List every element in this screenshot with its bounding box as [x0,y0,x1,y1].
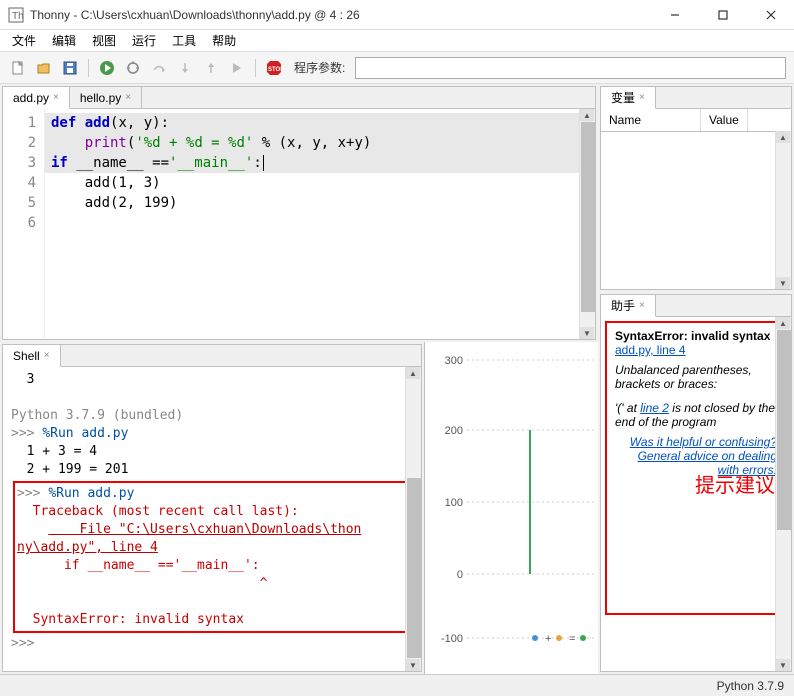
svg-text:100: 100 [445,497,463,509]
vars-scrollbar[interactable]: ▲▼ [775,131,791,289]
plot-chart: 300 200 100 0 -100 [425,342,599,652]
tab-close-icon[interactable]: × [639,92,645,103]
new-file-icon[interactable] [8,58,28,78]
menu-tools[interactable]: 工具 [166,30,202,51]
assistant-feedback-link[interactable]: Was it helpful or confusing? [630,435,777,449]
editor-scrollbar[interactable]: ▲ ▼ [579,109,595,339]
svg-text:200: 200 [445,425,463,437]
menu-help[interactable]: 帮助 [206,30,242,51]
shell-panel: Shell× 3 Python 3.7.9 (bundled)>>> %Run … [2,344,422,672]
col-name[interactable]: Name [601,109,701,131]
assistant-scrollbar[interactable]: ▲ ▼ [775,317,791,671]
stop-icon[interactable]: STOP [264,58,284,78]
svg-text:300: 300 [445,355,463,367]
svg-text:0: 0 [457,569,463,581]
col-value[interactable]: Value [701,109,748,131]
assistant-panel: 助手× SyntaxError: invalid syntax add.py, … [600,294,792,672]
line-gutter: 1 2 3 4 5 6 [3,109,45,339]
tab-close-icon[interactable]: × [53,92,59,103]
assistant-content: SyntaxError: invalid syntax add.py, line… [605,321,787,615]
window-title: Thonny - C:\Users\cxhuan\Downloads\thonn… [30,8,660,22]
tab-close-icon[interactable]: × [639,300,645,311]
save-file-icon[interactable] [60,58,80,78]
tab-close-icon[interactable]: × [44,350,50,361]
svg-text:+: + [545,633,551,645]
scroll-down-icon[interactable]: ▼ [580,327,594,339]
assistant-line-link[interactable]: line 2 [640,401,669,415]
step-into-icon[interactable] [175,58,195,78]
menu-file[interactable]: 文件 [6,30,42,51]
variables-header: Name Value [601,109,791,132]
tab-variables[interactable]: 变量× [601,87,656,109]
assistant-file-link[interactable]: add.py, line 4 [615,343,686,357]
tab-hello-py[interactable]: hello.py× [70,87,142,108]
assistant-hint-annotation: 提示建议 [695,469,775,498]
args-label: 程序参数: [294,59,345,76]
tab-shell[interactable]: Shell× [3,345,61,367]
scroll-up-icon[interactable]: ▲ [580,109,594,121]
plot-panel: 300 200 100 0 -100 [424,342,598,674]
menu-edit[interactable]: 编辑 [46,30,82,51]
app-logo-icon: Th [8,7,24,23]
debug-icon[interactable] [123,58,143,78]
run-icon[interactable] [97,58,117,78]
python-version[interactable]: Python 3.7.9 [717,679,784,693]
scroll-down-icon[interactable]: ▼ [406,659,420,671]
tab-assistant[interactable]: 助手× [601,295,656,317]
svg-text:-100: -100 [441,633,463,645]
editor-tabs: add.py× hello.py× [3,87,595,109]
toolbar: STOP 程序参数: [0,52,794,84]
statusbar: Python 3.7.9 [0,674,794,696]
menubar: 文件 编辑 视图 运行 工具 帮助 [0,30,794,52]
svg-text:Th: Th [12,11,24,22]
traceback-file-link[interactable]: File "C:\Users\cxhuan\Downloads\thonny\a… [17,522,361,555]
shell-output[interactable]: 3 Python 3.7.9 (bundled)>>> %Run add.py … [3,367,421,657]
titlebar: Th Thonny - C:\Users\cxhuan\Downloads\th… [0,0,794,30]
scroll-thumb[interactable] [581,122,595,312]
error-highlight-box: >>> %Run add.py Traceback (most recent c… [13,481,411,633]
open-file-icon[interactable] [34,58,54,78]
tab-add-py[interactable]: add.py× [3,87,70,109]
shell-scrollbar[interactable]: ▲ ▼ [405,367,421,671]
editor-panel: add.py× hello.py× 1 2 3 4 5 6 def add(x,… [2,86,596,340]
variables-body [601,132,791,289]
tab-close-icon[interactable]: × [125,92,131,103]
scroll-thumb[interactable] [407,478,421,658]
code-area[interactable]: def add(x, y): print('%d + %d = %d' % (x… [45,109,595,339]
assistant-error-title: SyntaxError: invalid syntax [615,329,777,343]
step-out-icon[interactable] [201,58,221,78]
args-input[interactable] [355,57,786,79]
step-over-icon[interactable] [149,58,169,78]
menu-view[interactable]: 视图 [86,30,122,51]
maximize-button[interactable] [708,5,738,25]
resume-icon[interactable] [227,58,247,78]
svg-text:=: = [569,633,575,645]
code-editor[interactable]: 1 2 3 4 5 6 def add(x, y): print('%d + %… [3,109,595,339]
scroll-up-icon[interactable]: ▲ [406,367,420,379]
svg-text:STOP: STOP [268,67,283,73]
minimize-button[interactable] [660,5,690,25]
close-button[interactable] [756,5,786,25]
menu-run[interactable]: 运行 [126,30,162,51]
variables-panel: 变量× Name Value ▲▼ [600,86,792,290]
